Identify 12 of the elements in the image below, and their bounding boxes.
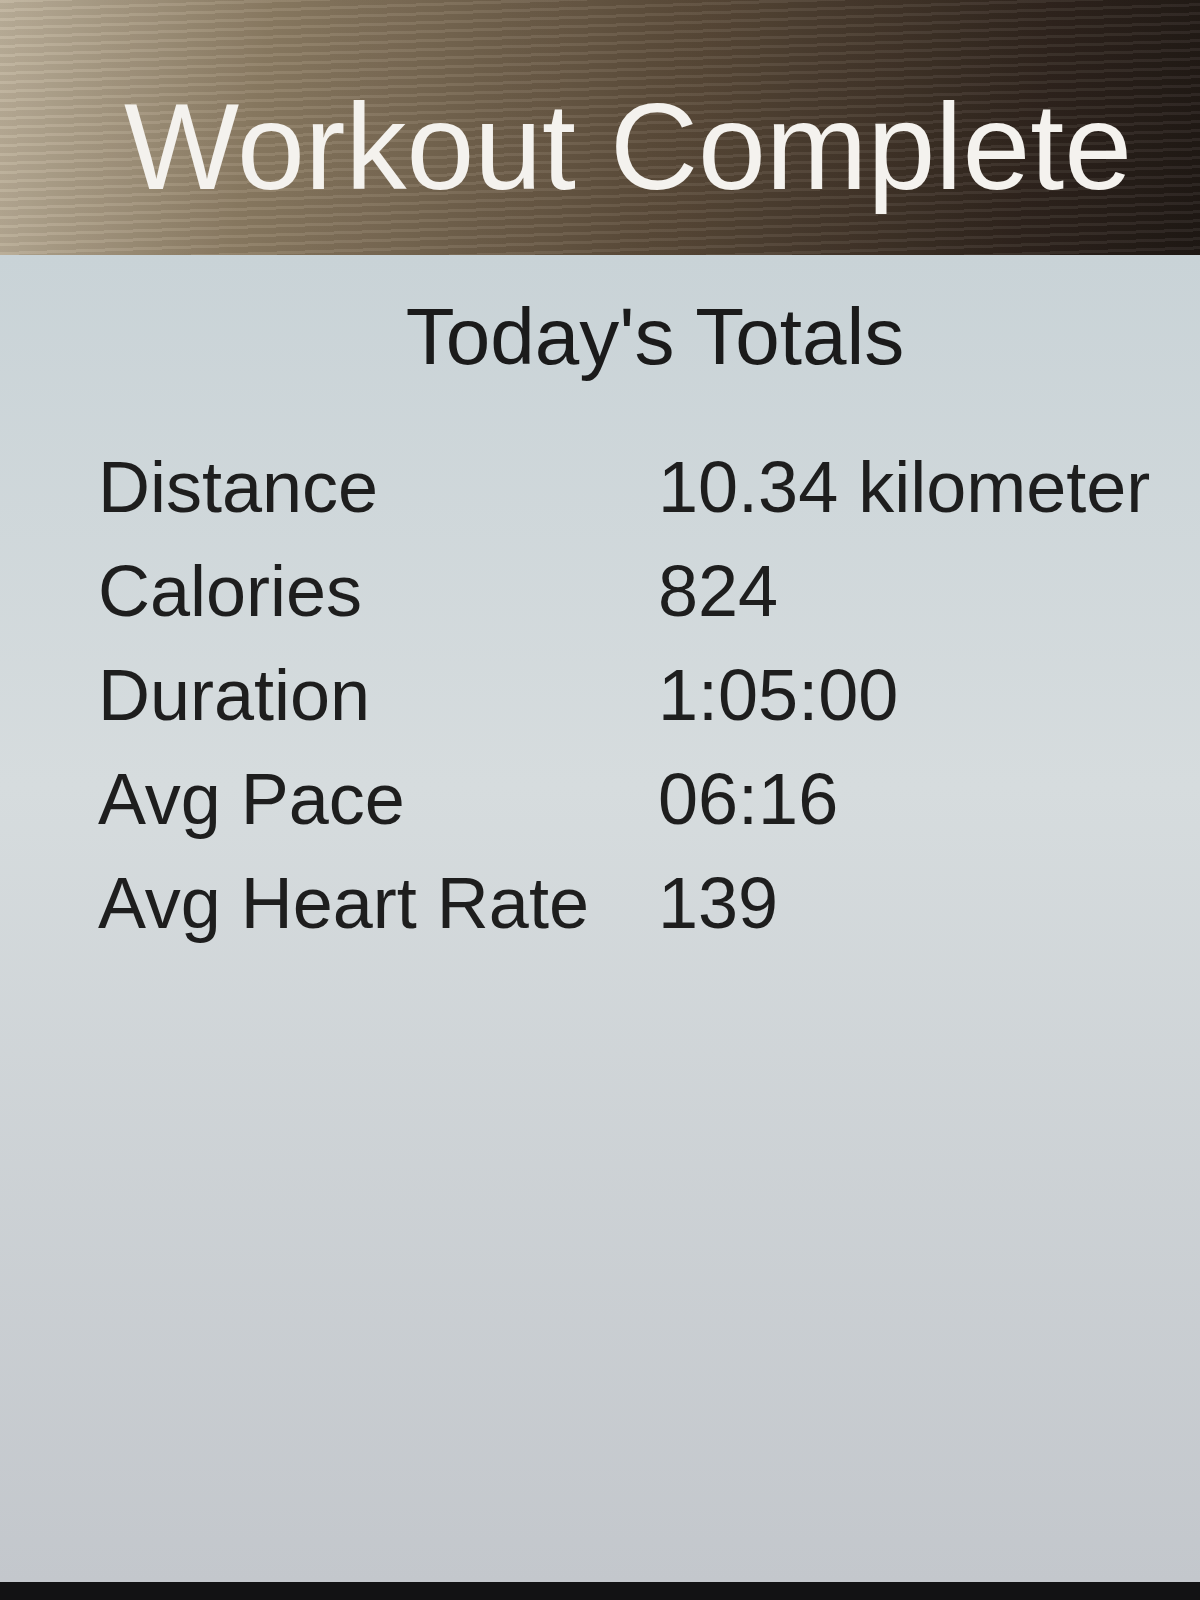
stat-value: 139 bbox=[658, 863, 780, 943]
stat-value: 1:05:00 bbox=[658, 655, 900, 735]
stat-label: Avg Pace bbox=[98, 759, 406, 839]
stat-label: Calories bbox=[98, 551, 364, 631]
summary-heading: Today's Totals bbox=[405, 291, 905, 383]
stat-value: 06:16 bbox=[658, 759, 840, 839]
stat-label: Duration bbox=[98, 655, 372, 735]
screen-title: Workout Complete bbox=[123, 78, 1134, 218]
stat-label: Distance bbox=[98, 447, 380, 527]
stat-label: Avg Heart Rate bbox=[98, 863, 590, 943]
stat-value: 824 bbox=[658, 551, 780, 631]
stat-value: 10.34 kilometer bbox=[658, 447, 1152, 527]
